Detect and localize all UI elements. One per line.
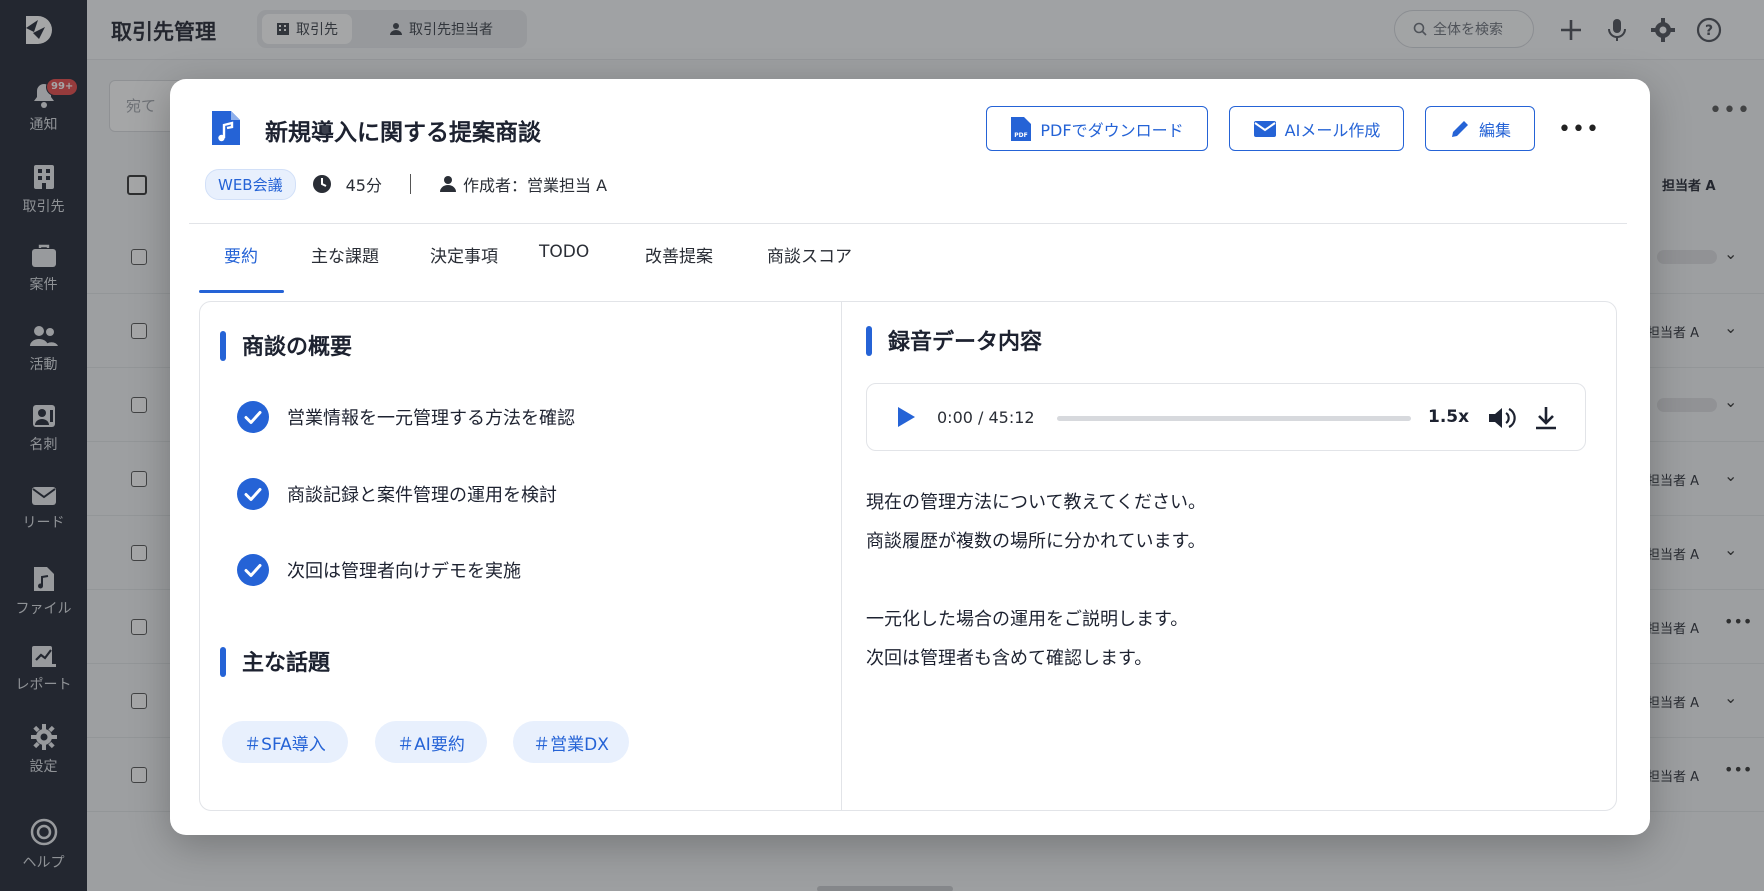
summary-panel: 商談の概要 営業情報を一元管理する方法を確認 商談記録と案件管理の運用を検討 次… [199,301,1617,811]
tab-decisions[interactable]: 決定事項 [430,242,498,267]
envelope-icon [1253,120,1276,137]
ai-mail-label: AIメール作成 [1284,120,1381,140]
transcript-line: 一元化した場合の運用をご説明します。 [866,609,1189,630]
audio-player: 0:00 / 45:12 1.5x [866,383,1586,451]
clock-icon [312,175,331,193]
pencil-icon [1451,120,1468,137]
modal-more-icon[interactable]: ••• [1558,117,1600,142]
tab-summary[interactable]: 要約 [224,242,258,267]
hashtag-chip[interactable]: ＃SFA導入 [222,721,348,763]
pdf-download-button[interactable]: PDF PDFでダウンロード [986,106,1208,151]
person-icon [439,176,456,192]
modal-title: 新規導入に関する提案商談 [265,120,541,146]
hashtag-chip[interactable]: ＃AI要約 [375,721,487,763]
download-icon[interactable] [1533,404,1559,432]
summary-item-text: 商談記録と案件管理の運用を検討 [287,485,557,506]
pdf-file-icon: PDF [1011,116,1032,141]
check-circle-icon [237,554,269,586]
list-item: 次回は管理者向けデモを実施 [237,554,521,586]
check-circle-icon [237,478,269,510]
play-icon[interactable] [893,405,917,429]
edit-label: 編集 [1478,120,1511,140]
meeting-type-badge: WEB会議 [205,168,296,200]
meeting-duration: 45分 [345,176,382,195]
active-tab-indicator [199,290,284,293]
meeting-meta: WEB会議 45分 作成者：営業担当 A [205,168,608,200]
playback-speed[interactable]: 1.5x [1428,407,1469,427]
summary-item-text: 営業情報を一元管理する方法を確認 [287,408,575,429]
hashtag-chip[interactable]: ＃営業DX [513,721,629,763]
tab-deal-score[interactable]: 商談スコア [767,242,852,267]
volume-icon[interactable] [1487,404,1517,432]
topics-heading: 主な話題 [220,645,330,677]
overview-heading: 商談の概要 [220,329,352,361]
meta-divider [409,174,411,194]
tab-main-issues[interactable]: 主な課題 [311,242,379,267]
svg-text:PDF: PDF [1015,132,1028,139]
header-divider [189,223,1627,224]
playback-progress-bar[interactable] [1057,416,1411,421]
column-divider [841,302,842,810]
meeting-author: 作成者：営業担当 A [462,176,608,195]
pdf-download-label: PDFでダウンロード [1040,120,1184,140]
transcript-line: 次回は管理者も含めて確認します。 [866,648,1153,669]
recording-heading: 録音データ内容 [866,324,1042,356]
ai-mail-button[interactable]: AIメール作成 [1229,106,1404,151]
meeting-detail-modal: 新規導入に関する提案商談 PDF PDFでダウンロード AIメール作成 編集 •… [170,79,1650,835]
edit-button[interactable]: 編集 [1425,106,1535,151]
playback-time: 0:00 / 45:12 [937,408,1035,427]
list-item: 営業情報を一元管理する方法を確認 [237,401,575,433]
check-circle-icon [237,401,269,433]
music-file-icon [212,111,240,145]
tab-improvements[interactable]: 改善提案 [645,242,713,267]
list-item: 商談記録と案件管理の運用を検討 [237,478,557,510]
transcript-line: 現在の管理方法について教えてください。 [866,492,1207,513]
tab-todo[interactable]: TODO [539,242,589,262]
summary-item-text: 次回は管理者向けデモを実施 [287,561,521,582]
transcript-line: 商談履歴が複数の場所に分かれています。 [866,531,1206,552]
